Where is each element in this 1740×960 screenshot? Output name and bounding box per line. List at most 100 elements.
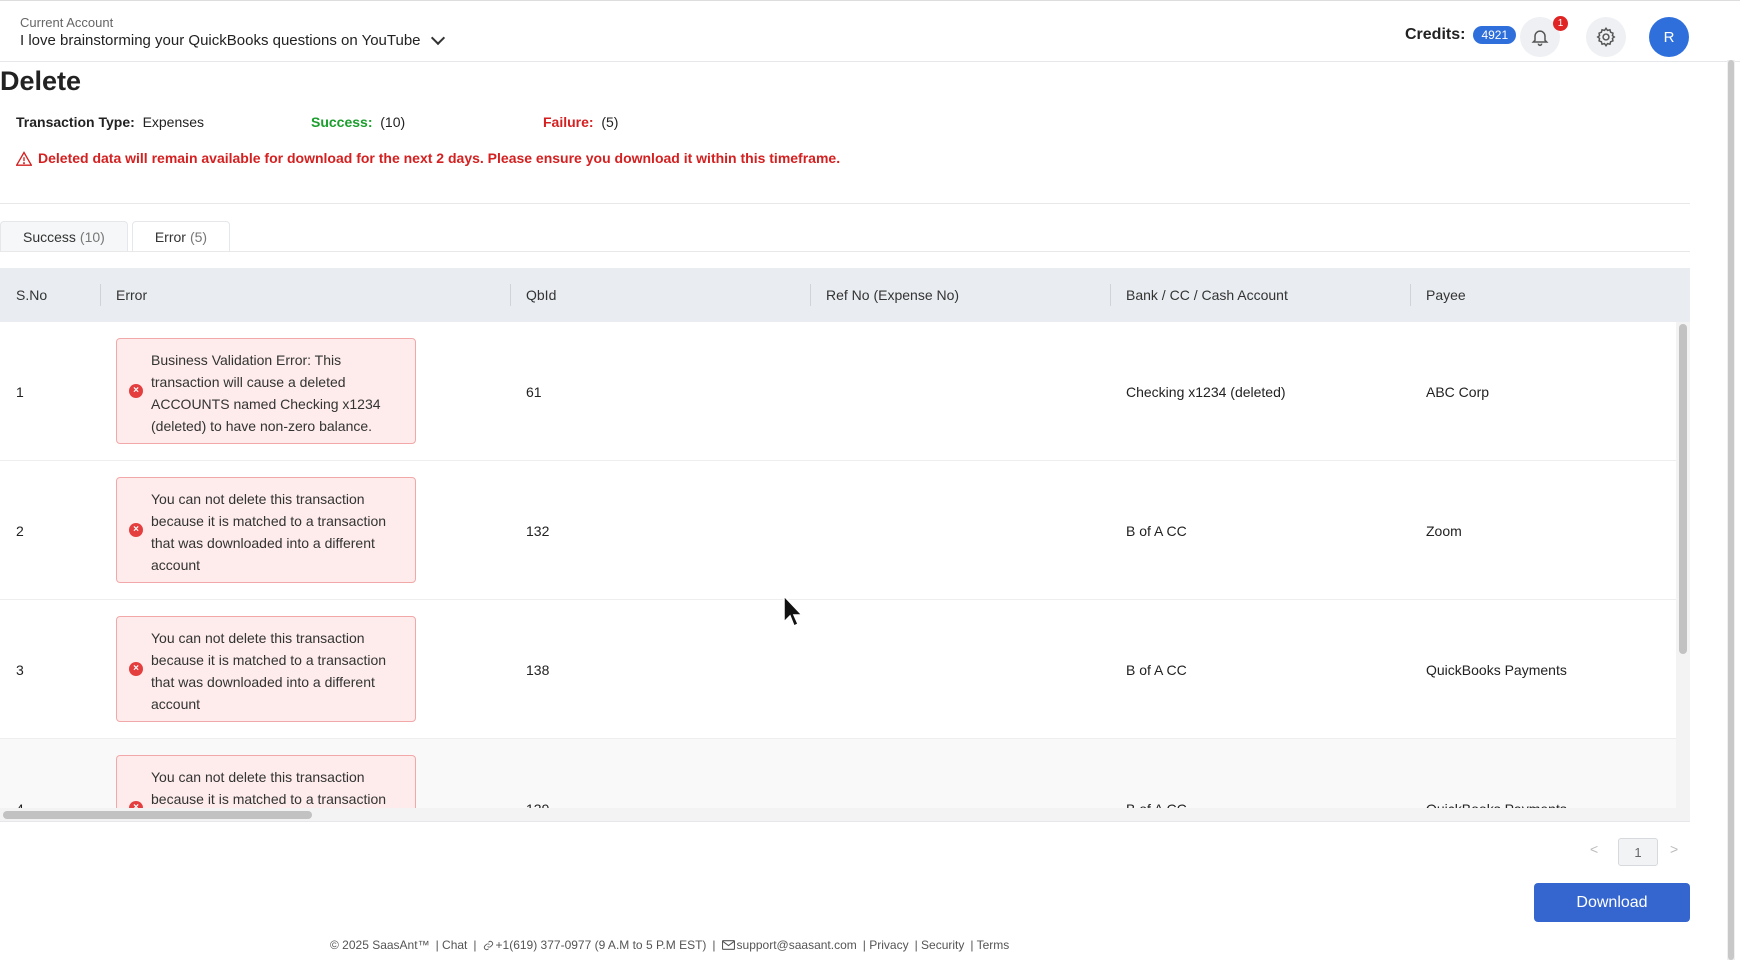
success-label: Success: (311, 114, 373, 130)
row-ref-no (810, 739, 826, 808)
column-header-error[interactable]: Error (100, 268, 510, 322)
row-payee: Zoom (1426, 522, 1462, 539)
table-header: S.No Error QbId Ref No (Expense No) Bank… (0, 268, 1690, 322)
failure-value: (5) (601, 114, 619, 130)
settings-button[interactable] (1586, 17, 1626, 57)
row-sno: 4 (0, 739, 24, 809)
tab-error-label: Error (154, 229, 186, 245)
error-circle-icon: × (129, 662, 143, 676)
row-payee: QuickBooks Payments (1426, 661, 1567, 678)
tab-success-count: (10) (79, 229, 105, 245)
error-message-box: × You can not delete this transaction be… (116, 755, 416, 808)
table-row[interactable]: 2 × You can not delete this transaction … (0, 461, 1676, 600)
warning-icon (16, 150, 32, 166)
mail-icon (721, 940, 735, 950)
row-sno: 3 (16, 661, 24, 678)
error-message-box: × Business Validation Error: This transa… (116, 338, 416, 444)
error-table: S.No Error QbId Ref No (Expense No) Bank… (0, 268, 1690, 808)
failure-label: Failure: (543, 114, 594, 130)
table-horizontal-scroll-thumb[interactable] (3, 811, 312, 819)
column-header-ref-no[interactable]: Ref No (Expense No) (810, 268, 1110, 322)
footer-copyright: © 2025 SaasAnt™ (330, 938, 430, 952)
transaction-type: Transaction Type: Expenses (16, 114, 204, 130)
page-scroll-thumb[interactable] (1728, 60, 1734, 960)
footer: © 2025 SaasAnt™ | Chat | +1(619) 377-097… (330, 938, 1009, 952)
row-ref-no (810, 461, 826, 600)
footer-security-link[interactable]: | Security (915, 938, 965, 952)
current-account-label: Current Account (20, 15, 114, 30)
error-message: You can not delete this transaction beca… (151, 491, 387, 573)
result-tabs: Success (10) Error (5) (0, 221, 231, 252)
row-qbid: 139 (510, 739, 549, 809)
column-header-payee[interactable]: Payee (1410, 268, 1690, 322)
tab-error-count: (5) (189, 229, 208, 245)
row-sno: 1 (16, 383, 24, 400)
gear-icon (1596, 27, 1616, 47)
page-title: Delete (0, 66, 82, 96)
tabs-divider (0, 251, 1690, 252)
error-message: Business Validation Error: This transact… (151, 352, 381, 434)
notification-count-badge: 1 (1553, 16, 1568, 31)
success-summary: Success: (10) (311, 114, 405, 130)
footer-privacy-link[interactable]: | Privacy (863, 938, 909, 952)
error-circle-icon: × (129, 801, 143, 808)
credits-label: Credits: (1405, 26, 1466, 43)
footer-phone-text: +1(619) 377-0977 (9 A.M to 5 P.M EST) (495, 938, 707, 952)
account-name: I love brainstorming your QuickBooks que… (20, 32, 421, 49)
error-message-box: × You can not delete this transaction be… (116, 477, 416, 583)
table-row[interactable]: 1 × Business Validation Error: This tran… (0, 322, 1676, 461)
success-value: (10) (380, 114, 406, 130)
bell-icon (1531, 30, 1549, 47)
tab-success[interactable]: Success (10) (0, 221, 128, 252)
error-message-box: × You can not delete this transaction be… (116, 616, 416, 722)
table-body: 1 × Business Validation Error: This tran… (0, 322, 1676, 808)
row-qbid: 132 (526, 522, 550, 539)
top-bar: Current Account I love brainstorming you… (0, 0, 1740, 62)
row-qbid: 138 (526, 661, 550, 678)
credits: Credits: 4921 (1405, 26, 1517, 44)
error-circle-icon: × (129, 384, 143, 398)
footer-separator: | (712, 938, 716, 952)
chevron-down-icon (430, 30, 445, 46)
footer-email-text: support@saasant.com (736, 938, 857, 952)
pagination-next-button[interactable]: > (1670, 841, 1678, 857)
link-icon (483, 940, 493, 950)
avatar[interactable]: R (1649, 17, 1689, 57)
error-message: You can not delete this transaction beca… (151, 769, 387, 807)
mouse-cursor-icon (783, 594, 804, 628)
row-qbid: 61 (526, 383, 542, 400)
footer-separator: | (473, 938, 477, 952)
footer-email[interactable]: support@saasant.com (721, 938, 857, 952)
row-account: B of A CC (1126, 661, 1187, 678)
column-header-sno[interactable]: S.No (0, 268, 100, 322)
pagination-page-1[interactable]: 1 (1618, 838, 1658, 866)
retention-warning: Deleted data will remain available for d… (16, 150, 840, 166)
row-sno: 2 (16, 522, 24, 539)
failure-summary: Failure: (5) (543, 114, 618, 130)
table-row[interactable]: 3 × You can not delete this transaction … (0, 600, 1676, 739)
tab-error[interactable]: Error (5) (131, 221, 231, 252)
column-header-qbid[interactable]: QbId (510, 268, 810, 322)
footer-terms-link[interactable]: | Terms (970, 938, 1009, 952)
row-account: Checking x1234 (deleted) (1126, 383, 1286, 400)
footer-chat-link[interactable]: | Chat (436, 938, 468, 952)
row-ref-no (810, 322, 826, 461)
account-selector[interactable]: I love brainstorming your QuickBooks que… (20, 30, 445, 49)
transaction-type-value: Expenses (142, 114, 205, 130)
row-account: B of A CC (1110, 739, 1187, 809)
credits-badge: 4921 (1473, 26, 1517, 44)
warning-text: Deleted data will remain available for d… (38, 150, 841, 166)
row-payee: ABC Corp (1426, 383, 1490, 400)
column-header-account[interactable]: Bank / CC / Cash Account (1110, 268, 1410, 322)
tab-success-label: Success (23, 229, 76, 245)
download-button[interactable]: Download (1534, 883, 1690, 922)
error-message: You can not delete this transaction beca… (151, 630, 387, 712)
row-payee: QuickBooks Payments (1410, 739, 1567, 809)
footer-phone: +1(619) 377-0977 (9 A.M to 5 P.M EST) (483, 938, 707, 952)
table-vertical-scroll-thumb[interactable] (1679, 324, 1687, 654)
row-ref-no (810, 600, 826, 739)
table-row[interactable]: 4 × You can not delete this transaction … (0, 739, 1676, 808)
divider (0, 203, 1690, 204)
error-circle-icon: × (129, 523, 143, 537)
pagination-prev-button[interactable]: < (1590, 841, 1598, 857)
